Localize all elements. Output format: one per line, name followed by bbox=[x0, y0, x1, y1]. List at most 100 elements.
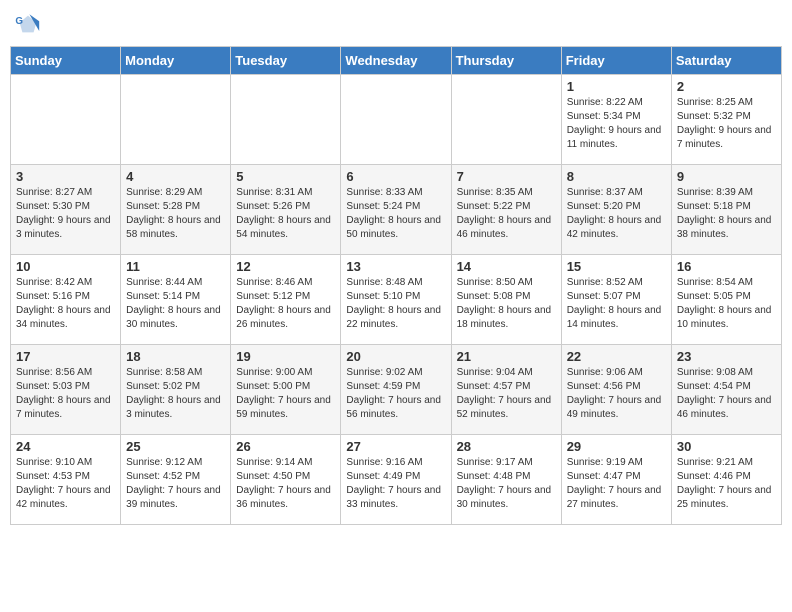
calendar-cell: 24 Sunrise: 9:10 AMSunset: 4:53 PMDayligh… bbox=[11, 435, 121, 525]
day-info: Sunrise: 9:06 AMSunset: 4:56 PMDaylight:… bbox=[567, 366, 666, 422]
calendar-cell: 27Sunrise: 9:16 AMSunset: 4:49 PMDayligh… bbox=[341, 435, 451, 525]
calendar-cell: 21 Sunrise: 9:04 AMSunset: 4:57 PMDayligh… bbox=[451, 345, 561, 435]
day-number: 15 bbox=[567, 259, 666, 274]
logo-icon: G bbox=[14, 10, 42, 38]
day-number: 6 bbox=[346, 169, 445, 184]
calendar-cell: 28 Sunrise: 9:17 AMSunset: 4:48 PMDayligh… bbox=[451, 435, 561, 525]
calendar-cell: 6 Sunrise: 8:33 AMSunset: 5:24 PMDaylight… bbox=[341, 165, 451, 255]
calendar-cell: 3 Sunrise: 8:27 AMSunset: 5:30 PMDaylight… bbox=[11, 165, 121, 255]
day-info: Sunrise: 8:25 AMSunset: 5:32 PMDaylight:… bbox=[677, 96, 776, 152]
day-info: Sunrise: 8:42 AMSunset: 5:16 PMDaylight:… bbox=[16, 276, 115, 332]
calendar-cell: 9 Sunrise: 8:39 AMSunset: 5:18 PMDaylight… bbox=[671, 165, 781, 255]
day-info: Sunrise: 9:14 AMSunset: 4:50 PMDaylight:… bbox=[236, 456, 335, 512]
day-info: Sunrise: 8:44 AMSunset: 5:14 PMDaylight:… bbox=[126, 276, 225, 332]
day-info: Sunrise: 8:54 AMSunset: 5:05 PMDaylight:… bbox=[677, 276, 776, 332]
day-number: 26 bbox=[236, 439, 335, 454]
day-number: 10 bbox=[16, 259, 115, 274]
day-header-thursday: Thursday bbox=[451, 47, 561, 75]
day-info: Sunrise: 8:39 AMSunset: 5:18 PMDaylight:… bbox=[677, 186, 776, 242]
day-number: 9 bbox=[677, 169, 776, 184]
day-info: Sunrise: 9:10 AMSunset: 4:53 PMDaylight:… bbox=[16, 456, 115, 512]
day-number: 30 bbox=[677, 439, 776, 454]
day-info: Sunrise: 9:19 AMSunset: 4:47 PMDaylight:… bbox=[567, 456, 666, 512]
calendar-cell bbox=[11, 75, 121, 165]
day-header-wednesday: Wednesday bbox=[341, 47, 451, 75]
calendar-cell: 7 Sunrise: 8:35 AMSunset: 5:22 PMDaylight… bbox=[451, 165, 561, 255]
calendar-cell: 22 Sunrise: 9:06 AMSunset: 4:56 PMDayligh… bbox=[561, 345, 671, 435]
day-number: 14 bbox=[457, 259, 556, 274]
calendar-cell: 26 Sunrise: 9:14 AMSunset: 4:50 PMDayligh… bbox=[231, 435, 341, 525]
day-info: Sunrise: 8:50 AMSunset: 5:08 PMDaylight:… bbox=[457, 276, 556, 332]
calendar-week-row: 24 Sunrise: 9:10 AMSunset: 4:53 PMDayligh… bbox=[11, 435, 782, 525]
day-info: Sunrise: 9:17 AMSunset: 4:48 PMDaylight:… bbox=[457, 456, 556, 512]
day-number: 7 bbox=[457, 169, 556, 184]
calendar-cell: 8 Sunrise: 8:37 AMSunset: 5:20 PMDaylight… bbox=[561, 165, 671, 255]
calendar-cell: 15 Sunrise: 8:52 AMSunset: 5:07 PMDayligh… bbox=[561, 255, 671, 345]
day-info: Sunrise: 8:56 AMSunset: 5:03 PMDaylight:… bbox=[16, 366, 115, 422]
day-info: Sunrise: 8:31 AMSunset: 5:26 PMDaylight:… bbox=[236, 186, 335, 242]
calendar-cell: 2 Sunrise: 8:25 AMSunset: 5:32 PMDaylight… bbox=[671, 75, 781, 165]
day-number: 24 bbox=[16, 439, 115, 454]
day-info: Sunrise: 8:33 AMSunset: 5:24 PMDaylight:… bbox=[346, 186, 445, 242]
day-number: 16 bbox=[677, 259, 776, 274]
day-number: 23 bbox=[677, 349, 776, 364]
day-info: Sunrise: 9:21 AMSunset: 4:46 PMDaylight:… bbox=[677, 456, 776, 512]
day-number: 12 bbox=[236, 259, 335, 274]
calendar-week-row: 3 Sunrise: 8:27 AMSunset: 5:30 PMDaylight… bbox=[11, 165, 782, 255]
day-number: 4 bbox=[126, 169, 225, 184]
calendar-cell: 1 Sunrise: 8:22 AMSunset: 5:34 PMDaylight… bbox=[561, 75, 671, 165]
calendar-cell: 14 Sunrise: 8:50 AMSunset: 5:08 PMDayligh… bbox=[451, 255, 561, 345]
day-info: Sunrise: 8:46 AMSunset: 5:12 PMDaylight:… bbox=[236, 276, 335, 332]
calendar-cell: 16 Sunrise: 8:54 AMSunset: 5:05 PMDayligh… bbox=[671, 255, 781, 345]
day-info: Sunrise: 8:29 AMSunset: 5:28 PMDaylight:… bbox=[126, 186, 225, 242]
day-number: 22 bbox=[567, 349, 666, 364]
day-header-sunday: Sunday bbox=[11, 47, 121, 75]
day-number: 8 bbox=[567, 169, 666, 184]
day-info: Sunrise: 8:37 AMSunset: 5:20 PMDaylight:… bbox=[567, 186, 666, 242]
logo: G bbox=[14, 10, 46, 38]
calendar-cell: 25 Sunrise: 9:12 AMSunset: 4:52 PMDayligh… bbox=[121, 435, 231, 525]
calendar-week-row: 17 Sunrise: 8:56 AMSunset: 5:03 PMDayligh… bbox=[11, 345, 782, 435]
day-number: 1 bbox=[567, 79, 666, 94]
day-info: Sunrise: 8:27 AMSunset: 5:30 PMDaylight:… bbox=[16, 186, 115, 242]
day-number: 5 bbox=[236, 169, 335, 184]
calendar-cell bbox=[121, 75, 231, 165]
day-info: Sunrise: 8:48 AMSunset: 5:10 PMDaylight:… bbox=[346, 276, 445, 332]
day-number: 27 bbox=[346, 439, 445, 454]
day-number: 25 bbox=[126, 439, 225, 454]
calendar-cell: 29Sunrise: 9:19 AMSunset: 4:47 PMDayligh… bbox=[561, 435, 671, 525]
day-info: Sunrise: 9:08 AMSunset: 4:54 PMDaylight:… bbox=[677, 366, 776, 422]
calendar-cell bbox=[231, 75, 341, 165]
day-number: 18 bbox=[126, 349, 225, 364]
day-number: 17 bbox=[16, 349, 115, 364]
calendar-week-row: 10 Sunrise: 8:42 AMSunset: 5:16 PMDayligh… bbox=[11, 255, 782, 345]
calendar-header-row: SundayMondayTuesdayWednesdayThursdayFrid… bbox=[11, 47, 782, 75]
calendar-cell bbox=[341, 75, 451, 165]
calendar-cell bbox=[451, 75, 561, 165]
day-info: Sunrise: 8:22 AMSunset: 5:34 PMDaylight:… bbox=[567, 96, 666, 152]
calendar-cell: 30 Sunrise: 9:21 AMSunset: 4:46 PMDayligh… bbox=[671, 435, 781, 525]
calendar-table: SundayMondayTuesdayWednesdayThursdayFrid… bbox=[10, 46, 782, 525]
day-number: 2 bbox=[677, 79, 776, 94]
day-info: Sunrise: 9:00 AMSunset: 5:00 PMDaylight:… bbox=[236, 366, 335, 422]
day-info: Sunrise: 8:52 AMSunset: 5:07 PMDaylight:… bbox=[567, 276, 666, 332]
day-info: Sunrise: 8:35 AMSunset: 5:22 PMDaylight:… bbox=[457, 186, 556, 242]
day-number: 3 bbox=[16, 169, 115, 184]
day-number: 21 bbox=[457, 349, 556, 364]
day-number: 11 bbox=[126, 259, 225, 274]
day-header-friday: Friday bbox=[561, 47, 671, 75]
day-number: 28 bbox=[457, 439, 556, 454]
day-info: Sunrise: 9:12 AMSunset: 4:52 PMDaylight:… bbox=[126, 456, 225, 512]
calendar-cell: 20Sunrise: 9:02 AMSunset: 4:59 PMDayligh… bbox=[341, 345, 451, 435]
calendar-cell: 10 Sunrise: 8:42 AMSunset: 5:16 PMDayligh… bbox=[11, 255, 121, 345]
day-header-saturday: Saturday bbox=[671, 47, 781, 75]
calendar-cell: 23 Sunrise: 9:08 AMSunset: 4:54 PMDayligh… bbox=[671, 345, 781, 435]
calendar-cell: 11 Sunrise: 8:44 AMSunset: 5:14 PMDayligh… bbox=[121, 255, 231, 345]
calendar-cell: 4 Sunrise: 8:29 AMSunset: 5:28 PMDaylight… bbox=[121, 165, 231, 255]
calendar-week-row: 1 Sunrise: 8:22 AMSunset: 5:34 PMDaylight… bbox=[11, 75, 782, 165]
calendar-cell: 19Sunrise: 9:00 AMSunset: 5:00 PMDayligh… bbox=[231, 345, 341, 435]
page-header: G bbox=[10, 10, 782, 38]
day-header-monday: Monday bbox=[121, 47, 231, 75]
day-info: Sunrise: 9:04 AMSunset: 4:57 PMDaylight:… bbox=[457, 366, 556, 422]
calendar-cell: 5 Sunrise: 8:31 AMSunset: 5:26 PMDaylight… bbox=[231, 165, 341, 255]
